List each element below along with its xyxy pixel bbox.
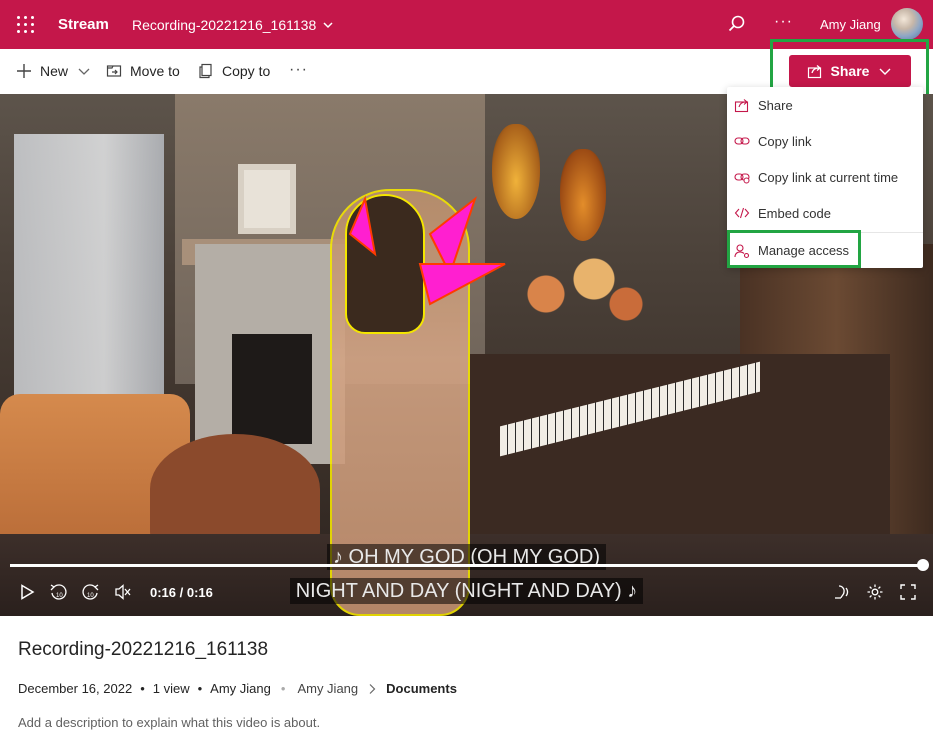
chevron-right-icon xyxy=(369,683,376,694)
progress-bar[interactable] xyxy=(10,564,923,567)
search-icon[interactable] xyxy=(727,14,747,34)
menu-item-embed-code[interactable]: Embed code xyxy=(727,195,923,231)
move-to-label: Move to xyxy=(130,63,180,79)
avatar[interactable] xyxy=(891,8,923,40)
move-to-icon xyxy=(106,65,122,77)
settings-icon[interactable] xyxy=(866,583,884,601)
user-name[interactable]: Amy Jiang xyxy=(820,17,881,32)
svg-text:10: 10 xyxy=(87,593,94,599)
menu-item-copy-link[interactable]: Copy link xyxy=(727,123,923,159)
more-options-icon[interactable]: ··· xyxy=(774,13,793,31)
menu-item-share[interactable]: Share xyxy=(727,87,923,123)
plus-icon xyxy=(17,64,31,78)
link-time-icon xyxy=(734,173,750,184)
mute-icon[interactable] xyxy=(114,583,132,601)
video-title: Recording-20221216_161138 xyxy=(18,639,269,660)
breadcrumb-folder[interactable]: Documents xyxy=(386,681,457,696)
video-scene-flowers xyxy=(498,244,658,344)
description-field[interactable]: Add a description to explain what this v… xyxy=(18,715,320,730)
menu-item-label: Embed code xyxy=(758,205,831,221)
video-metadata: December 16, 2022 • 1 view • Amy Jiang •… xyxy=(18,681,457,696)
rewind-10-icon[interactable]: 10 xyxy=(49,583,67,601)
code-icon xyxy=(734,207,750,219)
separator-dot: • xyxy=(280,681,286,696)
video-scene-table xyxy=(150,434,320,544)
play-icon[interactable] xyxy=(18,583,36,601)
copy-to-button[interactable]: Copy to xyxy=(198,63,270,79)
forward-10-icon[interactable]: 10 xyxy=(82,583,100,601)
document-title-dropdown[interactable]: Recording-20221216_161138 xyxy=(132,17,334,33)
video-scene-window xyxy=(14,134,164,434)
copy-icon xyxy=(199,63,212,79)
breadcrumb-user[interactable]: Amy Jiang xyxy=(297,681,358,696)
share-icon xyxy=(734,99,749,113)
separator-dot: • xyxy=(197,681,203,696)
video-views: 1 view xyxy=(152,681,190,696)
fullscreen-icon[interactable] xyxy=(899,583,917,601)
svg-text:10: 10 xyxy=(56,593,63,599)
share-icon xyxy=(807,65,821,79)
menu-item-label: Share xyxy=(758,97,793,113)
manage-access-highlight xyxy=(727,230,861,268)
share-button[interactable]: Share xyxy=(789,55,911,87)
video-scene-picture-frame xyxy=(238,164,296,234)
chevron-down-icon xyxy=(879,68,891,75)
video-scene-guitar xyxy=(560,149,606,241)
app-name[interactable]: Stream xyxy=(58,16,109,33)
copy-to-label: Copy to xyxy=(222,63,271,79)
video-scene-effects xyxy=(348,195,506,306)
chevron-down-icon xyxy=(323,22,333,29)
progress-thumb[interactable] xyxy=(917,559,929,571)
caption-line-2: NIGHT AND DAY (NIGHT AND DAY) ♪ xyxy=(0,578,933,604)
video-owner[interactable]: Amy Jiang xyxy=(210,681,271,696)
captions-icon[interactable] xyxy=(833,583,851,601)
menu-item-label: Copy link at current time xyxy=(758,169,899,185)
app-launcher-icon[interactable] xyxy=(17,16,35,34)
video-date: December 16, 2022 xyxy=(18,681,133,696)
link-icon xyxy=(734,137,750,145)
timecode: 0:16 / 0:16 xyxy=(150,585,213,600)
menu-item-label: Copy link xyxy=(758,133,812,149)
chevron-down-icon xyxy=(78,68,90,75)
share-label: Share xyxy=(830,63,870,79)
more-commands-icon[interactable]: ··· xyxy=(289,61,308,79)
new-label: New xyxy=(40,63,69,79)
video-scene-fireplace-opening xyxy=(232,334,312,444)
new-button[interactable]: New xyxy=(16,63,92,79)
document-title: Recording-20221216_161138 xyxy=(132,17,317,33)
menu-item-copy-link-time[interactable]: Copy link at current time xyxy=(727,159,923,195)
separator-dot: • xyxy=(140,681,145,696)
move-to-button[interactable]: Move to xyxy=(106,63,180,79)
